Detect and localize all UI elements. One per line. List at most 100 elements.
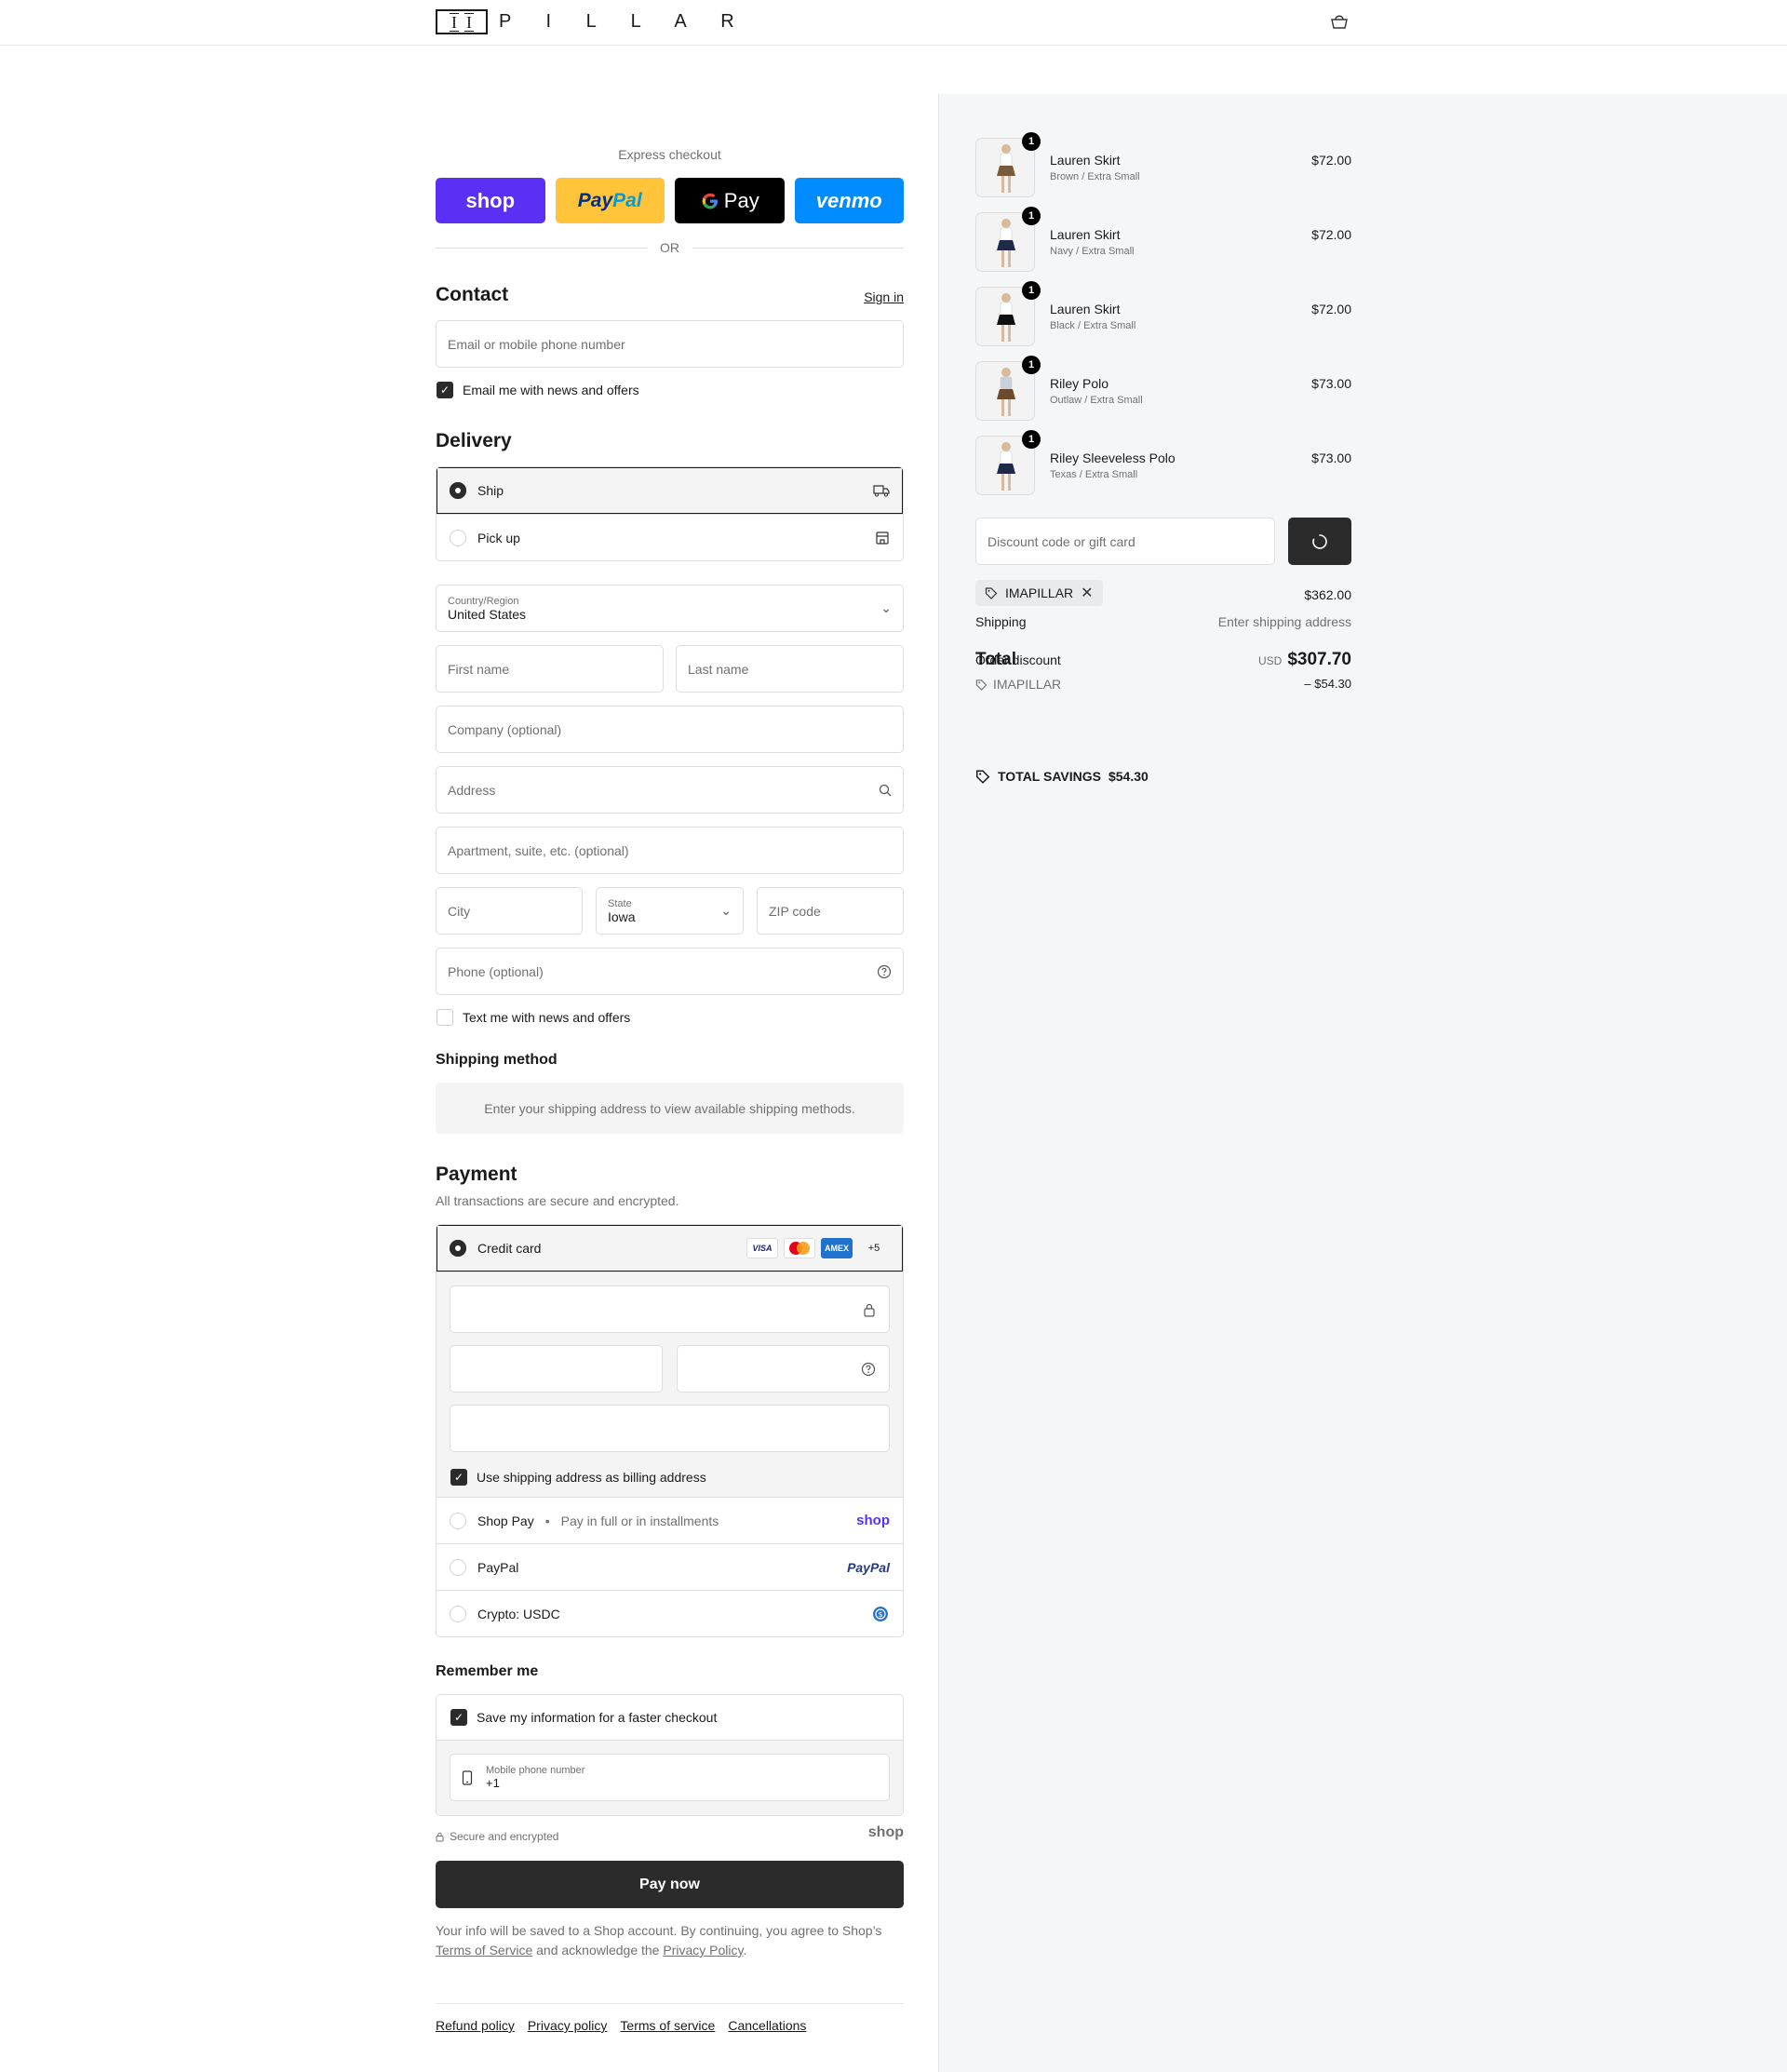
cancellations-link[interactable]: Cancellations xyxy=(728,2018,806,2033)
tag-icon xyxy=(975,770,990,784)
ship-option[interactable]: Ship xyxy=(437,467,903,514)
security-code-field[interactable] xyxy=(677,1345,890,1393)
checkbox-unchecked-icon[interactable] xyxy=(437,1009,453,1026)
card-number-field[interactable] xyxy=(450,1285,890,1333)
total-savings-value: $54.30 xyxy=(1108,769,1149,784)
apply-discount-button[interactable] xyxy=(1288,518,1351,565)
cart-item: 1 Lauren Skirt Brown / Extra Small $72.00 xyxy=(975,132,1351,197)
cart-bag-icon[interactable] xyxy=(1329,13,1350,30)
lock-icon xyxy=(436,1832,444,1841)
radio-unselected[interactable] xyxy=(450,1558,466,1576)
quantity-badge: 1 xyxy=(1022,132,1041,151)
zip-field[interactable]: ZIP code xyxy=(757,887,904,935)
billing-address-label: Use shipping address as billing address xyxy=(477,1470,706,1485)
cart-item: 1 Lauren Skirt Navy / Extra Small $72.00 xyxy=(975,207,1351,272)
store-icon xyxy=(876,531,889,545)
email-news-checkbox-row[interactable]: ✓ Email me with news and offers xyxy=(437,382,639,398)
radio-unselected[interactable] xyxy=(450,1512,466,1529)
terms-of-service-footer-link[interactable]: Terms of service xyxy=(620,2018,715,2033)
venmo-button[interactable]: venmo xyxy=(794,178,904,223)
state-select[interactable]: State Iowa ⌄ xyxy=(596,887,744,935)
product-price: $73.00 xyxy=(1311,376,1351,391)
disclaimer-text-c: . xyxy=(743,1943,747,1958)
discount-value: – $54.30 xyxy=(1304,677,1351,691)
discount-code-field[interactable]: Discount code or gift card xyxy=(975,518,1275,565)
truck-icon xyxy=(873,485,890,497)
usdc-coin-icon: $ xyxy=(873,1606,888,1621)
phone-field[interactable]: Phone (optional) xyxy=(436,948,904,995)
shipping-method-note: Enter your shipping address to view avai… xyxy=(436,1083,904,1134)
first-name-field[interactable]: First name xyxy=(436,645,664,693)
sign-in-link[interactable]: Sign in xyxy=(864,289,904,304)
last-name-field[interactable]: Last name xyxy=(676,645,904,693)
payment-subtitle: All transactions are secure and encrypte… xyxy=(436,1193,679,1208)
product-name: Lauren Skirt xyxy=(1050,302,1121,316)
total-amount: USD $307.70 xyxy=(1258,650,1351,670)
secure-note: Secure and encrypted xyxy=(436,1830,558,1843)
discount-tag-code: IMAPILLAR xyxy=(1005,585,1074,600)
address-field[interactable]: Address xyxy=(436,766,904,814)
credit-card-option[interactable]: Credit card VISA AMEX +5 xyxy=(437,1225,903,1271)
help-circle-icon[interactable] xyxy=(861,1362,876,1377)
name-on-card-field[interactable] xyxy=(450,1405,890,1452)
country-label: Country/Region xyxy=(448,595,519,607)
shipping-method-title: Shipping method xyxy=(436,1052,558,1068)
pickup-option[interactable]: Pick up xyxy=(437,514,903,560)
radio-unselected[interactable] xyxy=(450,1605,466,1622)
loading-spinner-icon xyxy=(1312,533,1327,549)
product-name: Riley Sleeveless Polo xyxy=(1050,451,1176,465)
refund-policy-link[interactable]: Refund policy xyxy=(436,2018,515,2033)
paypal-label: PayPal xyxy=(477,1559,519,1575)
google-pay-button[interactable]: Pay xyxy=(675,178,785,223)
paypal-button[interactable]: Pay Pal xyxy=(555,178,665,223)
zip-placeholder: ZIP code xyxy=(769,903,821,919)
shop-pay-option[interactable]: Shop Pay • Pay in full or in installment… xyxy=(437,1497,903,1543)
checkbox-checked-icon[interactable]: ✓ xyxy=(450,1709,467,1726)
paypal-option[interactable]: PayPal PayPal xyxy=(437,1543,903,1590)
brand-logo[interactable]: II P I L L A R xyxy=(436,9,749,34)
email-field[interactable]: Email or mobile phone number xyxy=(436,320,904,368)
header: II P I L L A R xyxy=(0,0,1787,46)
product-variant: Navy / Extra Small xyxy=(1050,246,1135,257)
logo-mark: II xyxy=(436,9,488,34)
apartment-field[interactable]: Apartment, suite, etc. (optional) xyxy=(436,827,904,874)
disclaimer-text-a: Your info will be saved to a Shop accoun… xyxy=(436,1923,882,1938)
contact-title: Contact xyxy=(436,284,509,305)
checkbox-checked-icon[interactable]: ✓ xyxy=(437,382,453,398)
checkbox-checked-icon[interactable]: ✓ xyxy=(450,1469,467,1486)
privacy-policy-footer-link[interactable]: Privacy policy xyxy=(528,2018,608,2033)
privacy-policy-link[interactable]: Privacy Policy xyxy=(663,1943,743,1958)
billing-address-checkbox-row[interactable]: ✓ Use shipping address as billing addres… xyxy=(450,1469,706,1486)
save-info-row[interactable]: ✓ Save my information for a faster check… xyxy=(437,1695,903,1741)
city-field[interactable]: City xyxy=(436,887,583,935)
text-news-checkbox-row[interactable]: Text me with news and offers xyxy=(437,1009,630,1026)
company-field[interactable]: Company (optional) xyxy=(436,706,904,753)
shop-pay-label: Shop Pay xyxy=(477,1513,534,1528)
country-select[interactable]: Country/Region United States ⌄ xyxy=(436,585,904,632)
remove-discount-close-icon[interactable]: ✕ xyxy=(1081,584,1093,602)
terms-of-service-link[interactable]: Terms of Service xyxy=(436,1943,532,1958)
product-price: $72.00 xyxy=(1311,227,1351,242)
radio-selected[interactable] xyxy=(450,482,466,499)
help-circle-icon[interactable] xyxy=(877,964,892,979)
state-label: State xyxy=(608,897,632,909)
product-name: Lauren Skirt xyxy=(1050,153,1121,168)
shipping-value: Enter shipping address xyxy=(1217,614,1351,629)
subtotal-value: $362.00 xyxy=(1304,587,1351,602)
email-news-label: Email me with news and offers xyxy=(463,383,639,397)
pay-now-button[interactable]: Pay now xyxy=(436,1861,904,1908)
expiration-field[interactable] xyxy=(450,1345,663,1393)
shop-pay-button[interactable]: shop xyxy=(436,178,545,223)
product-price: $72.00 xyxy=(1311,302,1351,316)
radio-selected[interactable] xyxy=(450,1240,466,1257)
crypto-option[interactable]: Crypto: USDC $ xyxy=(437,1590,903,1636)
card-details-panel: ✓ Use shipping address as billing addres… xyxy=(437,1271,903,1497)
radio-unselected[interactable] xyxy=(450,529,466,546)
secure-label: Secure and encrypted xyxy=(450,1830,559,1843)
mobile-phone-field[interactable]: Mobile phone number +1 xyxy=(450,1754,890,1801)
visa-icon: VISA xyxy=(746,1238,778,1258)
total-label: Total xyxy=(975,650,1016,669)
product-name: Lauren Skirt xyxy=(1050,227,1121,242)
shipping-label: Shipping xyxy=(975,614,1027,629)
total-row: Order discount Total USD $307.70 xyxy=(975,650,1351,672)
